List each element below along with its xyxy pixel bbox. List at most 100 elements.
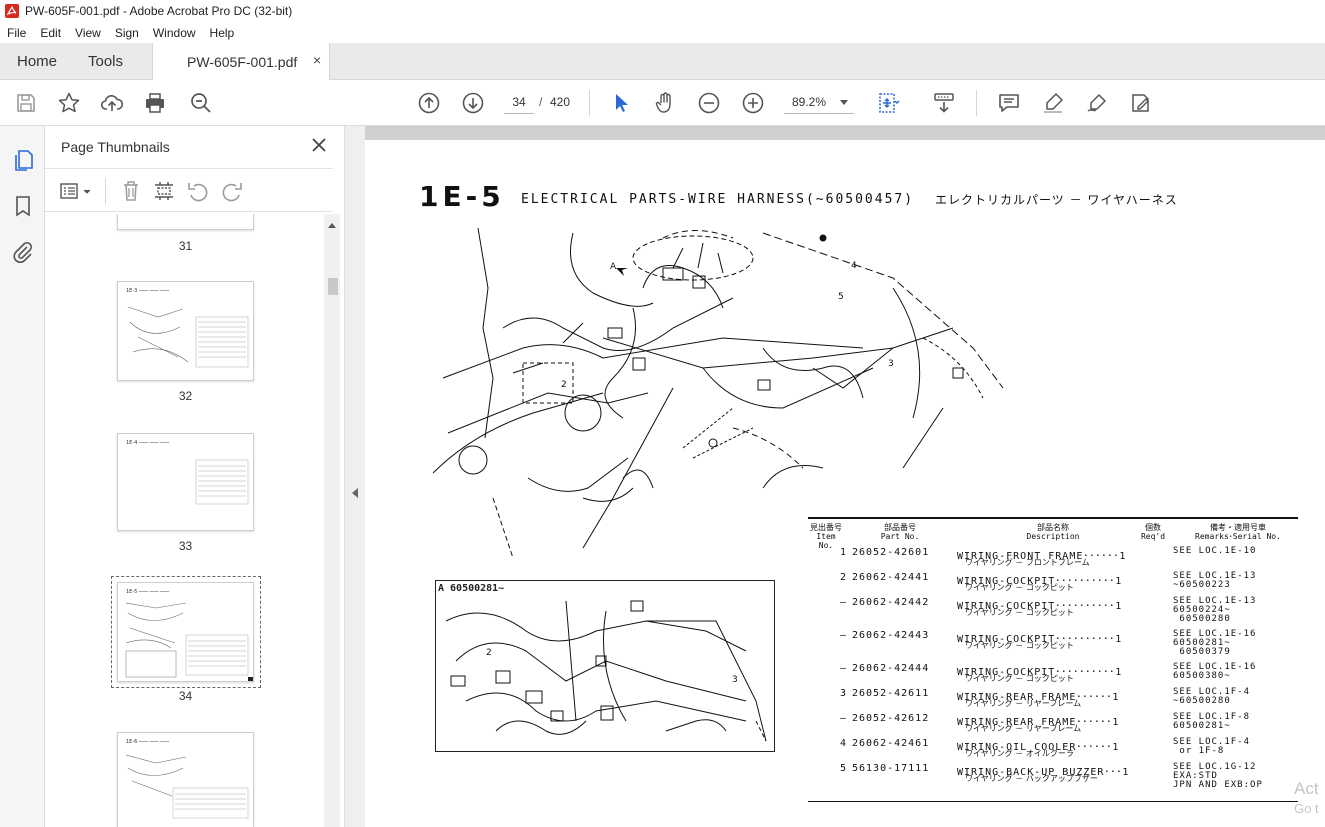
inset-callout-2: 2 <box>486 648 492 658</box>
menu-sign[interactable]: Sign <box>108 26 146 40</box>
upload-cloud-icon[interactable] <box>100 91 124 115</box>
tab-document[interactable]: PW-605F-001.pdf × <box>152 43 330 80</box>
thumbnail-label: 33 <box>178 539 193 553</box>
tab-close-icon[interactable]: × <box>313 52 321 68</box>
page-number-input[interactable]: 34 <box>504 90 534 114</box>
previous-page-icon[interactable] <box>417 91 441 115</box>
callout-3: 3 <box>888 359 894 369</box>
table-row: 5 56130-17111 WIRING-BACK-UP BUZZER･･･1 ワイヤ… <box>839 762 1263 790</box>
svg-text:1E-5 ─── ─── ───: 1E-5 ─── ─── ─── <box>126 589 170 595</box>
tab-home[interactable]: Home <box>17 53 57 70</box>
extract-page-icon[interactable] <box>152 179 176 203</box>
zoom-search-icon[interactable] <box>189 91 213 115</box>
acrobat-app-icon <box>5 4 19 18</box>
header-description: 部品名称 Description <box>1026 523 1080 541</box>
page-thumbnail-34[interactable]: 1E-5 ─── ─── ─── <box>117 582 254 682</box>
document-view[interactable]: 1E-5 ELECTRICAL PARTS-WIRE HARNESS(~6050… <box>365 126 1325 827</box>
header-reqd: 個数 Req'd <box>1140 523 1166 541</box>
page-thumbnails-panel: Page Thumbnails 31 1E-3 ─── ─── ─── 32 1… <box>45 126 345 827</box>
thumbnail-label: 32 <box>178 389 193 403</box>
title-bar: PW-605F-001.pdf - Adobe Acrobat Pro DC (… <box>0 0 1325 22</box>
next-page-icon[interactable] <box>461 91 485 115</box>
pdf-page: 1E-5 ELECTRICAL PARTS-WIRE HARNESS(~6050… <box>365 140 1325 827</box>
svg-text:1E-3 ─── ─── ───: 1E-3 ─── ─── ─── <box>126 288 170 294</box>
window-title: PW-605F-001.pdf - Adobe Acrobat Pro DC (… <box>25 4 293 18</box>
section-title: ELECTRICAL PARTS-WIRE HARNESS(~60500457) <box>521 192 915 207</box>
attachments-icon[interactable] <box>11 240 35 264</box>
menu-bar: File Edit View Sign Window Help <box>0 22 1325 43</box>
callout-4: 4 <box>851 261 857 271</box>
header-item-no: 見出番号 Item No. <box>810 523 842 550</box>
svg-text:1E-4 ─── ─── ───: 1E-4 ─── ─── ─── <box>126 440 170 446</box>
header-part-no: 部品番号 Part No. <box>880 523 920 541</box>
bookmarks-icon[interactable] <box>11 194 35 218</box>
menu-edit[interactable]: Edit <box>33 26 68 40</box>
wire-harness-drawing: A 2 3 4 5 <box>433 228 1004 558</box>
zoom-in-icon[interactable] <box>741 91 765 115</box>
thumbnail-scrollbar[interactable] <box>324 214 340 827</box>
panel-collapse-strip[interactable] <box>345 126 365 827</box>
panel-toolbar-divider <box>105 178 106 204</box>
detail-a-drawing: 2 3 <box>445 600 767 742</box>
table-row: —26062-42443 WIRING-COCKPIT･･････････1 ワイヤ… <box>839 629 1257 657</box>
toolbar-divider <box>976 90 977 116</box>
tab-tools[interactable]: Tools <box>88 53 123 70</box>
hand-tool-icon[interactable] <box>653 91 677 115</box>
page-thumbnails-icon[interactable] <box>11 148 35 172</box>
page-thumbnail-33[interactable]: 1E-4 ─── ─── ─── <box>117 433 254 531</box>
tab-bar: Home Tools PW-605F-001.pdf × <box>0 43 1325 80</box>
tab-document-label: PW-605F-001.pdf <box>187 54 298 70</box>
zoom-out-icon[interactable] <box>697 91 721 115</box>
page-total: 420 <box>550 95 571 109</box>
arrow-label: A <box>610 262 617 272</box>
page-thumbnail-31[interactable] <box>117 214 254 230</box>
scroll-mode-icon[interactable] <box>932 91 956 115</box>
fill-sign-icon[interactable] <box>1129 91 1153 115</box>
save-icon[interactable] <box>14 91 38 115</box>
left-navigation-rail <box>0 126 45 827</box>
header-remarks: 備考・適用号車 Remarks･Serial No. <box>1195 523 1281 541</box>
collapse-panel-icon[interactable] <box>352 488 358 498</box>
menu-view[interactable]: View <box>68 26 108 40</box>
table-row: 4 26062-42461 WIRING-OIL COOLER･･････1 ワイヤリ… <box>839 737 1251 759</box>
draw-sign-icon[interactable] <box>1085 91 1109 115</box>
table-row: 2 26062-42441 WIRING-COCKPIT･･････････1 ワイヤ… <box>839 571 1257 593</box>
bookmark-star-icon[interactable] <box>57 91 81 115</box>
page-thumbnail-35[interactable]: 1E-6 ─── ─── ─── <box>117 732 254 827</box>
page-thumbnail-32[interactable]: 1E-3 ─── ─── ─── <box>117 281 254 381</box>
chevron-down-icon[interactable] <box>840 100 848 105</box>
table-rule <box>808 517 1298 519</box>
delete-page-icon[interactable] <box>119 179 143 203</box>
highlight-pen-icon[interactable] <box>1041 91 1065 115</box>
select-cursor-icon[interactable] <box>609 91 633 115</box>
detail-a-inset: A 60500281~ 2 3 <box>435 580 775 752</box>
rotate-right-icon[interactable] <box>220 179 244 203</box>
callout-2: 2 <box>561 380 567 390</box>
section-title-japanese: エレクトリカルパーツ － ワイヤハーネス <box>935 193 1178 207</box>
fit-page-icon[interactable] <box>876 91 900 115</box>
callout-5: 5 <box>838 292 844 302</box>
menu-help[interactable]: Help <box>203 26 242 40</box>
toolbar: 34 / 420 89.2% <box>0 80 1325 126</box>
table-row: —26062-42444 WIRING-COCKPIT･･････････1 ワイヤ… <box>839 662 1257 684</box>
print-icon[interactable] <box>143 91 167 115</box>
toolbar-divider <box>589 90 590 116</box>
activation-watermark: Act Go t <box>1294 779 1319 816</box>
close-panel-icon[interactable] <box>310 136 328 154</box>
table-row: —26062-42442 WIRING-COCKPIT･･････････1 ワイヤ… <box>839 596 1257 624</box>
comment-icon[interactable] <box>997 91 1021 115</box>
parts-list-table: 見出番号 Item No. 部品番号 Part No. 部品名称 Descriptio… <box>808 517 1298 802</box>
section-number: 1E-5 <box>419 180 505 213</box>
menu-file[interactable]: File <box>0 26 33 40</box>
scrollbar-thumb[interactable] <box>328 278 338 295</box>
rotate-left-icon[interactable] <box>186 179 210 203</box>
table-rule <box>808 801 1298 802</box>
thumbnail-label: 31 <box>178 239 193 253</box>
menu-window[interactable]: Window <box>146 26 203 40</box>
panel-title: Page Thumbnails <box>61 139 170 155</box>
table-row: 1 26052-42601 WIRING-FRONT FRAME･･････1 ワイヤ… <box>839 546 1257 568</box>
page-separator: / <box>539 95 543 109</box>
thumbnail-options-icon[interactable] <box>59 179 95 203</box>
scroll-up-icon[interactable] <box>328 223 336 228</box>
table-row: 3 26052-42611 WIRING-REAR FRAME･･････1 ワイヤリ… <box>839 687 1251 709</box>
